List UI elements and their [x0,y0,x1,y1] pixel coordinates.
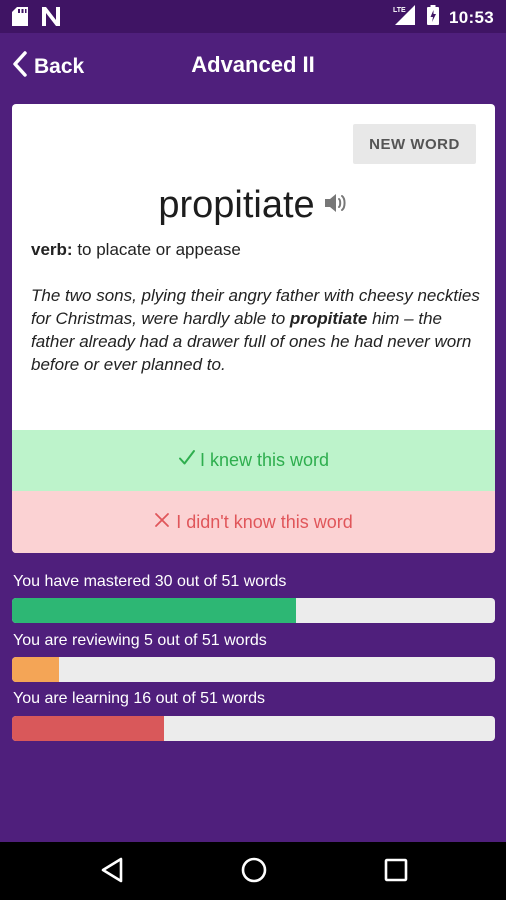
cross-icon [154,512,170,533]
definition-line: verb: to placate or appease [31,240,241,260]
mastered-progress-bar [12,598,495,623]
nav-home-icon[interactable] [240,856,268,889]
mastered-label: You have mastered 30 out of 51 words [13,573,287,590]
reviewing-progress-fill [12,657,60,682]
knew-word-label: I knew this word [199,450,330,470]
word-card: NEW WORD propitiate verb: to placate or … [12,104,495,553]
speaker-icon[interactable] [323,191,349,220]
learning-progress-bar [12,716,495,741]
page-title: Advanced II [191,52,315,77]
didnt-know-button[interactable]: I didn't know this word [12,491,495,553]
checkmark-icon [178,449,196,472]
example-highlighted-word: propitiate [289,309,368,328]
definition-text: to placate or appease [77,240,241,259]
example-sentence: The two sons, plying their angry father … [31,284,481,376]
new-word-button[interactable]: NEW WORD [353,124,476,164]
reviewing-progress-bar [12,657,495,682]
knew-word-button[interactable]: I knew this word [12,430,495,491]
system-nav-bar [0,842,506,900]
network-type-text: LTE [393,7,406,14]
part-of-speech: verb: [31,240,73,259]
status-time: 10:53 [449,7,494,27]
nav-recents-icon[interactable] [383,856,409,889]
word-title: propitiate [158,184,315,226]
battery-icon [427,5,440,30]
learning-progress-fill [12,716,164,741]
status-bar: LTE 10:53 [0,0,506,33]
reviewing-label: You are reviewing 5 out of 51 words [13,632,267,649]
nav-back-icon[interactable] [100,856,124,889]
sd-card-icon [12,7,28,31]
signal-icon: LTE [393,5,417,30]
n-notification-icon [42,7,60,31]
mastered-progress-fill [12,598,297,623]
learning-label: You are learning 16 out of 51 words [13,690,266,707]
didnt-know-label: I didn't know this word [176,511,353,532]
app-bar: Back Advanced II [0,33,506,99]
word-row: propitiate [12,184,495,227]
